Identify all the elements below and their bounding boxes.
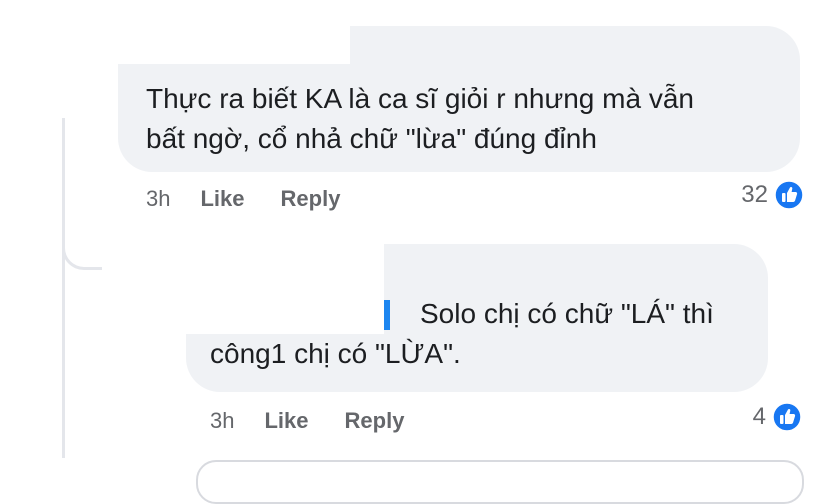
reply-button[interactable]: Reply	[281, 186, 341, 212]
like-button[interactable]: Like	[264, 408, 308, 434]
reaction-count: 4	[752, 403, 766, 430]
reply-actions: 3h Like Reply	[210, 408, 404, 434]
reply-button[interactable]: Reply	[345, 408, 405, 434]
comment-line: công1 chị có "LỪA".	[210, 338, 461, 369]
comment-timestamp[interactable]: 3h	[146, 186, 170, 212]
like-icon	[774, 180, 804, 210]
reaction-count: 32	[741, 181, 768, 208]
like-icon	[772, 402, 802, 432]
reaction-summary[interactable]: 4	[753, 402, 802, 432]
reply-input-box[interactable]	[196, 460, 804, 504]
comment-line: Thực ra biết KA là ca sĩ giỏi r nhưng mà…	[146, 83, 694, 114]
comment-line: bất ngờ, cổ nhả chữ "lừa" đúng đỉnh	[146, 123, 597, 154]
thread-line	[62, 118, 65, 458]
comment-timestamp[interactable]: 3h	[210, 408, 234, 434]
redacted-name-area	[118, 26, 350, 64]
redacted-name-area	[186, 244, 384, 334]
text-cursor-mark	[384, 300, 390, 330]
thread-connector	[62, 226, 102, 270]
comment-text: Thực ra biết KA là ca sĩ giỏi r nhưng mà…	[146, 79, 772, 159]
like-button[interactable]: Like	[200, 186, 244, 212]
reaction-summary[interactable]: 32	[741, 180, 804, 210]
comment-actions: 3h Like Reply	[146, 186, 340, 212]
